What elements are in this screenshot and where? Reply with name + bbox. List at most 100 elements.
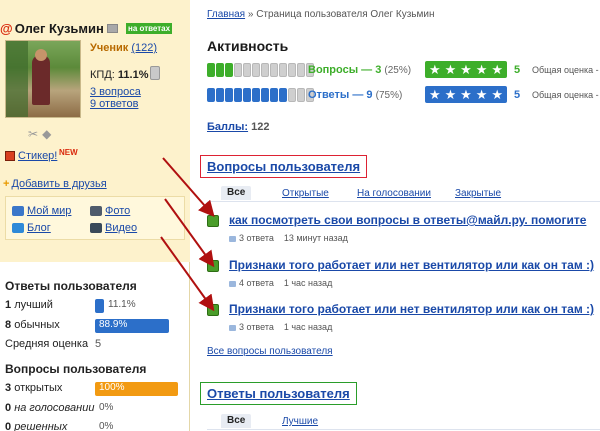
question-title-link[interactable]: Признаки того работает или нет вентилято… [229,258,594,272]
questions-voting-label: 0 на голосовании [5,402,94,414]
kpd-value: 11.1% [117,69,149,81]
answers-stats-title: Ответы пользователя [5,279,137,293]
breadcrumb: Главная » Страница пользователя Олег Куз… [207,9,434,20]
add-friend-icon: + [3,178,10,190]
star-icon: ★ [444,86,457,102]
answers-regular-text: обычных [14,319,60,331]
avg-rating-label: Средняя оценка [5,338,89,350]
answers-section-title[interactable]: Ответы пользователя [200,382,357,405]
answers-best-value: 11.1% [108,299,136,310]
question-time: 1 час назад [283,278,333,288]
questions-open-value: 100% [99,382,125,393]
question-time: 13 минут назад [283,233,348,243]
star-icon: ★ [491,86,503,102]
breadcrumb-separator: » [247,9,254,20]
answers-rating-label: Общая оценка - [532,90,599,100]
answers-meter-segment [216,88,224,102]
tab-open[interactable]: Открытые [282,188,329,199]
status-badge: на ответах [126,23,173,34]
star-icon: ★ [475,86,488,102]
answers-activity-meter [207,88,314,102]
blog-text[interactable]: Блог [27,222,51,234]
sticker-link-text[interactable]: Стикер! [18,150,57,162]
answers-regular-value: 88.9% [99,319,128,330]
answers-activity-pct: (75%) [375,90,403,101]
avatar[interactable] [5,40,81,118]
comment-icon [229,280,236,287]
video-text[interactable]: Видео [105,222,137,234]
questions-voting-row: 0 на голосовании 0% [5,402,185,418]
answers-best-bar [95,299,104,313]
question-answers-link[interactable]: 3 ответа [239,322,274,332]
avg-rating-value: 5 [95,338,102,350]
questions-count-link[interactable]: 3 вопроса [90,86,141,98]
question-title-link[interactable]: Признаки того работает или нет вентилято… [229,302,594,316]
questions-meter-segment [261,63,269,77]
rank-score-link[interactable]: (122) [131,42,157,54]
answers-best-count: 1 [5,299,12,311]
photo-text[interactable]: Фото [105,205,130,217]
all-questions-link[interactable]: Все вопросы пользователя [207,346,333,357]
tab-answers-best[interactable]: Лучшие [282,416,318,427]
tab-answers-all[interactable]: Все [221,414,252,428]
answers-count-link[interactable]: 9 ответов [90,98,138,110]
questions-stats-title: Вопросы пользователя [5,362,147,376]
diamond-icon[interactable]: ◆ [42,127,55,141]
activity-answers-row: Ответы — 9 (75%) ★ ★ ★ ★ ★ 5 Общая оценка - [207,86,600,104]
avg-rating-row: Средняя оценка 5 [5,338,185,354]
questions-solved-value: 0% [99,421,114,431]
activity-title: Активность [207,38,289,54]
user-name: @ Олег Кузьмин [0,21,118,36]
questions-solved-row: 0 решенных 0% [5,421,185,431]
questions-meter-segment [207,63,215,77]
comment-icon [229,324,236,331]
tab-voting[interactable]: На голосовании [357,188,431,199]
scissors-icon[interactable]: ✂ [28,127,42,141]
user-links-box: Мой мир Фото Блог Видео [5,196,185,240]
user-rank: Ученик (122) [90,42,157,54]
questions-solved-count: 0 [5,421,12,431]
add-friend-link[interactable]: + Добавить в друзья [3,178,107,190]
add-friend-text[interactable]: Добавить в друзья [11,178,106,190]
questions-section-title-link[interactable]: Вопросы пользователя [207,159,360,174]
answers-meter-segment [288,88,296,102]
camera-icon [90,206,102,217]
avatar-person [32,55,50,105]
video-icon [90,223,102,234]
points: Баллы: 122 [207,121,269,133]
tab-all[interactable]: Все [221,186,252,200]
question-answers-link[interactable]: 4 ответа [239,278,274,288]
gift-icon [5,151,15,162]
question-time: 1 час назад [283,322,333,332]
points-label-link[interactable]: Баллы: [207,121,248,133]
points-value: 122 [251,121,270,133]
questions-open-count: 3 [5,382,12,394]
my-world-text[interactable]: Мой мир [27,205,71,217]
answers-best-row: 1 лучший 11.1% [5,299,185,315]
kpd-info-icon[interactable] [150,66,160,80]
photo-link[interactable]: Фото [90,205,130,217]
question-title-link[interactable]: как посмотреть свои вопросы в ответы@май… [229,213,586,227]
star-icon: ★ [475,61,488,77]
avatar-tools: ✂◆ [28,127,55,141]
questions-voting-text: на голосовании [14,402,95,414]
answers-best-label: 1 лучший [5,299,53,311]
blog-link[interactable]: Блог [12,222,51,234]
avatar-plant [6,41,28,117]
tab-closed[interactable]: Закрытые [455,188,501,199]
new-badge: NEW [59,148,78,157]
user-name-text: Олег Кузьмин [14,21,104,36]
answers-meter-segment [234,88,242,102]
breadcrumb-current: Страница пользователя Олег Кузьмин [256,9,435,20]
message-icon[interactable] [106,24,118,34]
answers-meter-segment [297,88,305,102]
my-world-link[interactable]: Мой мир [12,205,71,217]
question-answers-link[interactable]: 3 ответа [239,233,274,243]
breadcrumb-home-link[interactable]: Главная [207,9,245,20]
answers-section-title-link[interactable]: Ответы пользователя [207,386,350,401]
questions-section-title[interactable]: Вопросы пользователя [200,155,368,178]
sticker-link[interactable]: Стикер! [5,150,57,162]
star-icon: ★ [491,61,503,77]
video-link[interactable]: Видео [90,222,137,234]
question-meta: 4 ответа 1 час назад [229,278,332,288]
